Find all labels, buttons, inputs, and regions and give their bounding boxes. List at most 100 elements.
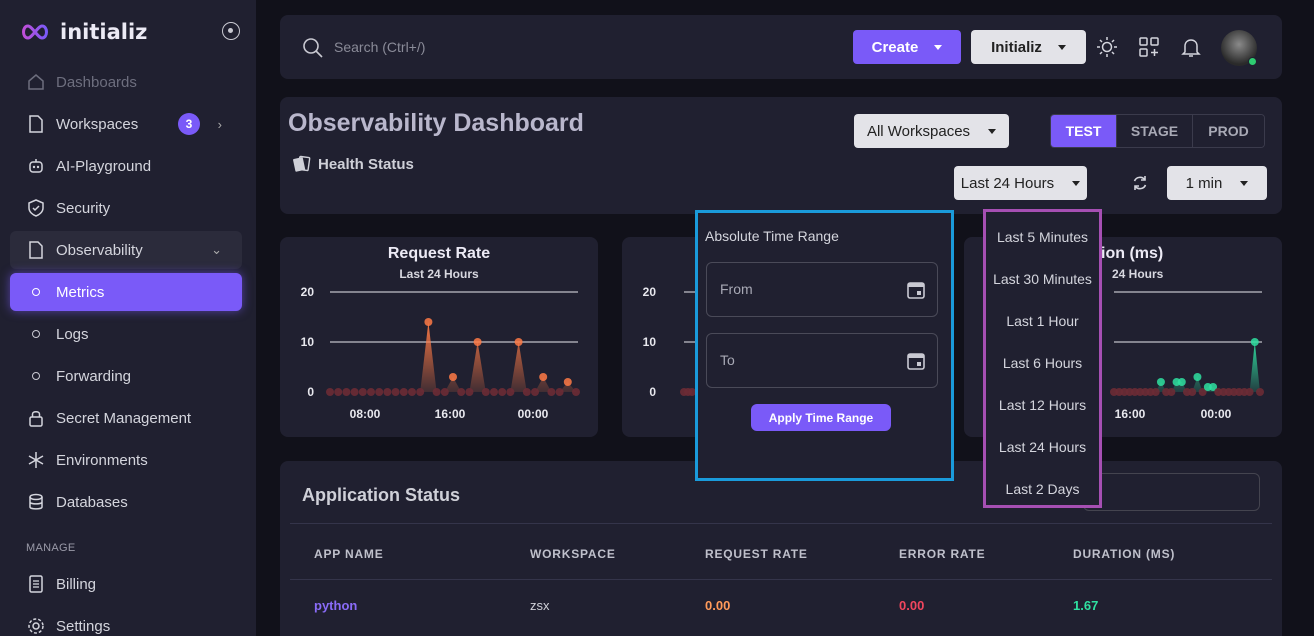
- data-point: [449, 373, 457, 381]
- from-date-field[interactable]: From: [706, 262, 938, 317]
- data-point: [473, 338, 482, 346]
- sidebar-item-secret-management[interactable]: Secret Management: [10, 399, 242, 437]
- database-icon: [26, 492, 46, 512]
- sidebar-item-label: Workspaces: [56, 115, 139, 133]
- sidebar-item-security[interactable]: Security: [10, 189, 242, 227]
- time-range-value: Last 24 Hours: [960, 174, 1055, 192]
- workspace-cell: zsx: [530, 598, 550, 613]
- y-tick-label: 20: [643, 285, 657, 299]
- refresh-interval-select[interactable]: 1 min: [1167, 166, 1267, 200]
- create-button[interactable]: Create: [853, 30, 961, 64]
- column-header[interactable]: ERROR RATE: [899, 547, 985, 561]
- circle-icon: [32, 372, 40, 380]
- data-point: [408, 388, 416, 396]
- online-status-dot: [1248, 57, 1257, 66]
- column-header[interactable]: APP NAME: [314, 547, 384, 561]
- data-point: [514, 338, 523, 346]
- refresh-icon[interactable]: [1131, 174, 1149, 192]
- organization-label: Initializ: [991, 38, 1042, 56]
- data-point: [481, 388, 490, 396]
- data-point: [424, 318, 433, 326]
- sun-icon[interactable]: [1095, 35, 1119, 59]
- y-tick-label: 0: [649, 385, 656, 399]
- apps-add-icon[interactable]: [1137, 35, 1161, 59]
- workspace-select[interactable]: All Workspaces: [854, 114, 1009, 148]
- workspace-select-value: All Workspaces: [866, 122, 971, 140]
- sidebar-item-label: Dashboards: [56, 73, 137, 91]
- time-range-select[interactable]: Last 24 Hours: [954, 166, 1087, 200]
- health-status: Health Status: [292, 155, 414, 173]
- env-test-button[interactable]: TEST: [1051, 115, 1117, 147]
- sidebar-item-dashboards[interactable]: Dashboards: [10, 63, 242, 101]
- sidebar-item-ai-playground[interactable]: AI-Playground: [10, 147, 242, 185]
- data-point: [490, 388, 498, 396]
- document-icon: [26, 114, 46, 134]
- home-icon: [26, 72, 46, 92]
- range-option-5m[interactable]: Last 5 Minutes: [986, 229, 1099, 245]
- dashboard-header: Observability Dashboard Health Status Al…: [280, 97, 1282, 214]
- x-tick-label: 08:00: [350, 407, 381, 421]
- gear-icon: [26, 616, 46, 636]
- env-prod-button[interactable]: PROD: [1193, 115, 1264, 147]
- calendar-icon[interactable]: [907, 351, 925, 370]
- sidebar-item-observability[interactable]: Observability ⌄: [10, 231, 242, 269]
- apply-time-range-button[interactable]: Apply Time Range: [751, 404, 891, 431]
- caret-down-icon: [934, 44, 943, 50]
- sidebar-item-billing[interactable]: Billing: [10, 565, 242, 603]
- sidebar-item-label: Security: [56, 199, 111, 217]
- search-icon[interactable]: [302, 37, 324, 59]
- organization-dropdown[interactable]: Initializ: [971, 30, 1086, 64]
- env-stage-button[interactable]: STAGE: [1117, 115, 1193, 147]
- sidebar-item-environments[interactable]: Environments: [10, 441, 242, 479]
- data-point: [563, 378, 572, 386]
- range-option-24h[interactable]: Last 24 Hours: [986, 439, 1099, 455]
- circle-icon: [32, 288, 40, 296]
- column-header[interactable]: REQUEST RATE: [705, 547, 808, 561]
- sidebar-item-forwarding[interactable]: Forwarding: [10, 357, 242, 395]
- brand-logo[interactable]: initializ: [20, 20, 147, 44]
- data-point: [334, 388, 343, 396]
- app-search-input[interactable]: [1083, 473, 1260, 511]
- to-date-field[interactable]: To: [706, 333, 938, 388]
- data-point: [1256, 388, 1264, 396]
- lock-icon: [26, 408, 46, 428]
- caret-down-icon: [1057, 44, 1066, 50]
- sidebar-item-logs[interactable]: Logs: [10, 315, 242, 353]
- error-rate-cell: 0.00: [899, 598, 925, 613]
- column-header[interactable]: DURATION (MS): [1073, 547, 1175, 561]
- data-point: [399, 388, 408, 396]
- sidebar-toggle-icon[interactable]: [222, 22, 240, 40]
- x-tick-label: 16:00: [435, 407, 466, 421]
- range-option-2d[interactable]: Last 2 Days: [986, 481, 1099, 497]
- environment-toggle: TEST STAGE PROD: [1050, 114, 1265, 148]
- sidebar-item-databases[interactable]: Databases: [10, 483, 242, 521]
- health-status-label: Health Status: [318, 155, 414, 173]
- calendar-icon[interactable]: [907, 280, 925, 299]
- data-point: [416, 388, 425, 396]
- column-header[interactable]: WORKSPACE: [530, 547, 616, 561]
- data-point: [342, 388, 351, 396]
- sidebar-item-label: Logs: [56, 325, 89, 343]
- data-point: [1245, 388, 1254, 396]
- range-option-1h[interactable]: Last 1 Hour: [986, 313, 1099, 329]
- sidebar-item-settings[interactable]: Settings: [10, 607, 242, 636]
- range-option-12h[interactable]: Last 12 Hours: [986, 397, 1099, 413]
- snowflake-icon: [26, 450, 46, 470]
- sidebar-item-workspaces[interactable]: Workspaces 3 ›: [10, 105, 242, 143]
- range-option-6h[interactable]: Last 6 Hours: [986, 355, 1099, 371]
- section-label-manage: MANAGE: [26, 542, 76, 554]
- app-name-link[interactable]: python: [314, 598, 357, 613]
- bell-icon[interactable]: [1179, 35, 1203, 59]
- sidebar-item-label: Forwarding: [56, 367, 132, 385]
- sidebar-item-label: Settings: [56, 617, 111, 635]
- range-option-30m[interactable]: Last 30 Minutes: [986, 271, 1099, 287]
- y-tick-label: 10: [643, 335, 657, 349]
- sidebar-item-label: Secret Management: [56, 409, 192, 427]
- sidebar-item-metrics[interactable]: Metrics: [10, 273, 242, 311]
- search-input[interactable]: Search (Ctrl+/): [334, 39, 425, 55]
- request-rate-plot: 0 10 20 08:00 16:00 00:00: [301, 285, 580, 421]
- sidebar-item-label: Databases: [56, 493, 128, 511]
- series-area: [1114, 342, 1260, 392]
- data-point: [383, 388, 392, 396]
- data-point: [531, 388, 539, 396]
